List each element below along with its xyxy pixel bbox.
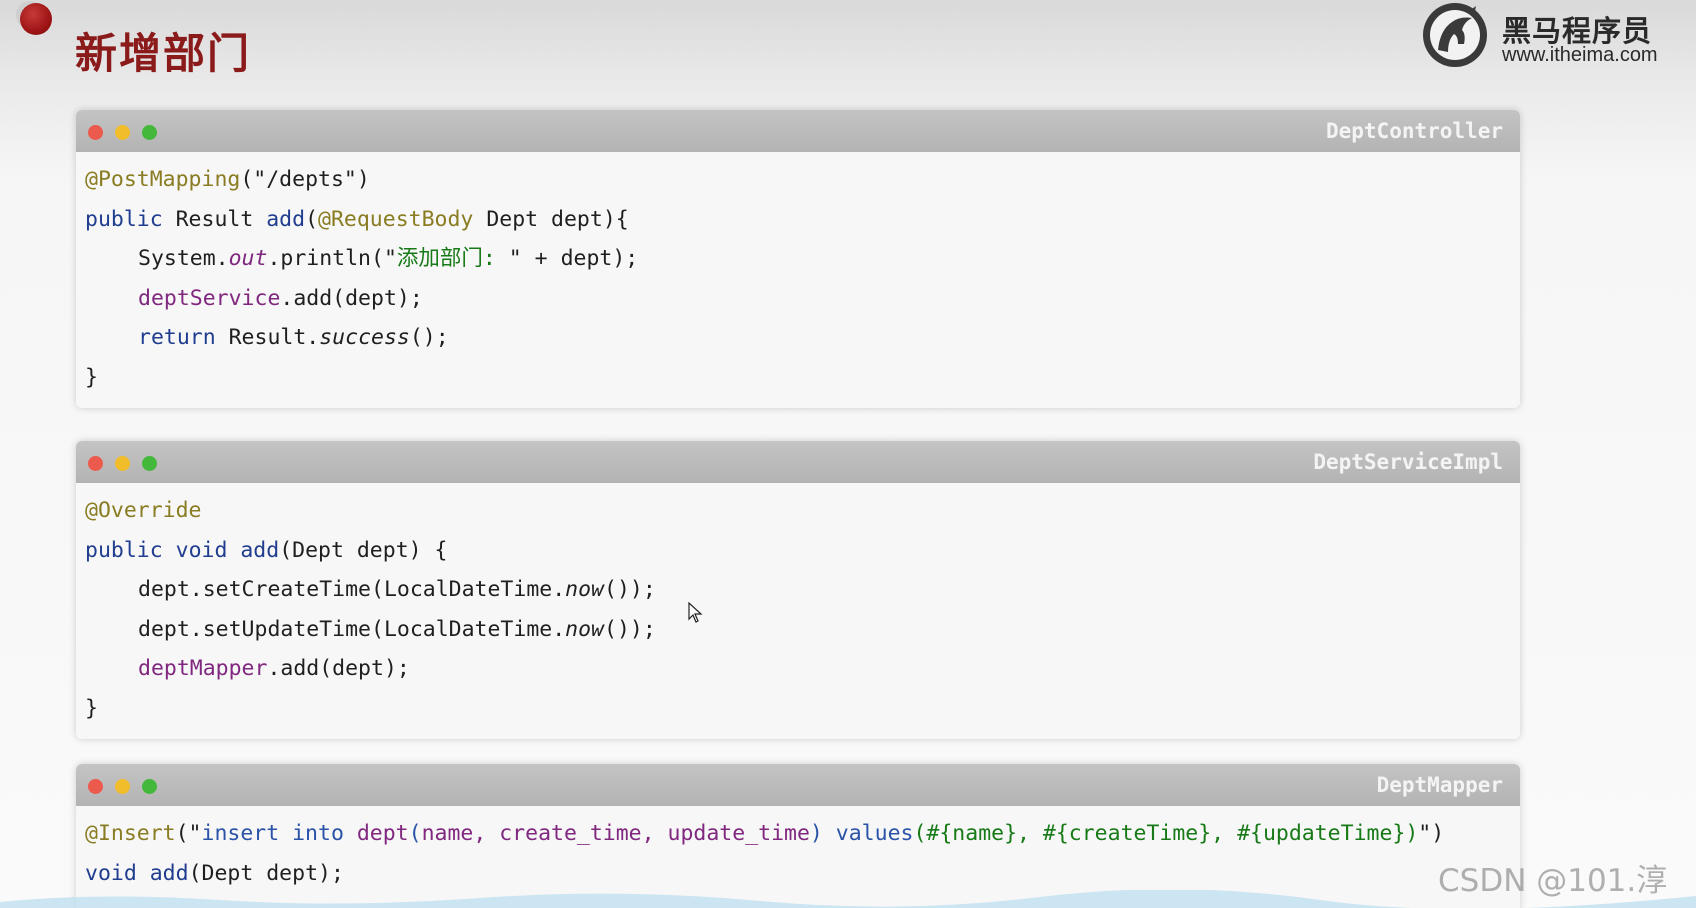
code-token: " + dept); <box>508 246 639 271</box>
code-token: .add(dept); <box>280 285 423 311</box>
code-token: ( <box>408 821 422 846</box>
code-token: ) <box>809 821 836 846</box>
code-token: ()); <box>604 577 656 602</box>
code-line: dept.setUpdateTime(LocalDateTime.now()); <box>85 610 1520 650</box>
code-token: now <box>565 577 604 602</box>
code-line: deptService.add(dept); <box>85 279 1520 319</box>
panel-title-bar: DeptController <box>76 110 1520 152</box>
code-token: deptMapper <box>138 656 268 681</box>
code-token: @PostMapping <box>85 167 241 192</box>
code-line: @Insert("insert into dept(name, create_t… <box>85 814 1520 854</box>
close-dot-icon <box>88 125 103 140</box>
code-token: Result. <box>215 325 320 350</box>
code-token: 添加部门: <box>396 246 509 271</box>
code-token: now <box>565 616 604 642</box>
code-token: ( <box>305 206 319 232</box>
mouse-pointer-icon <box>688 602 703 623</box>
minimize-dot-icon <box>115 456 130 471</box>
close-dot-icon <box>88 456 103 471</box>
code-token: @Insert <box>85 821 176 846</box>
code-token: .add(dept); <box>267 656 410 681</box>
csdn-watermark: CSDN @101.淳风 <box>1438 863 1668 899</box>
code-line: } <box>85 689 1520 729</box>
panel-file-name: DeptMapper <box>1376 773 1503 797</box>
maximize-dot-icon <box>142 779 157 794</box>
panel-title-bar: DeptMapper <box>76 764 1520 806</box>
code-token: void <box>85 860 137 886</box>
panel-title-bar: DeptServiceImpl <box>76 441 1520 483</box>
code-token: Result <box>162 206 267 232</box>
code-line: deptMapper.add(dept); <box>85 649 1520 689</box>
code-token: void <box>175 537 228 563</box>
panel-file-name: DeptController <box>1325 119 1503 143</box>
code-token: System. <box>138 246 229 271</box>
code-line: return Result.success(); <box>85 318 1520 358</box>
code-token: return <box>138 325 216 350</box>
code-token: ("/depts") <box>240 167 370 192</box>
code-block: @Override public void add(Dept dept) {dep… <box>76 483 1520 728</box>
code-token: ()); <box>604 616 656 642</box>
code-token: dept <box>356 821 409 846</box>
code-token: success <box>319 325 410 350</box>
code-token: add <box>266 206 306 232</box>
code-line: dept.setCreateTime(LocalDateTime.now()); <box>85 570 1520 610</box>
code-token: add <box>240 537 280 563</box>
code-token: (Dept dept); <box>188 860 344 886</box>
code-token: (" <box>175 821 202 846</box>
code-panel-dept-service-impl: DeptServiceImpl @Override public void add… <box>76 441 1520 739</box>
code-line: @PostMapping("/depts") <box>85 160 1520 200</box>
code-line: } <box>85 358 1520 398</box>
panel-file-name: DeptServiceImpl <box>1313 450 1503 474</box>
code-token: @Override <box>85 498 202 523</box>
code-token: insert into <box>201 821 344 846</box>
code-token: deptService <box>138 285 281 311</box>
code-panel-dept-controller: DeptController @PostMapping("/depts") pub… <box>76 110 1520 408</box>
close-dot-icon <box>88 779 103 794</box>
code-token: @RequestBody <box>318 206 474 232</box>
code-token: dept.setCreateTime(LocalDateTime. <box>138 577 566 602</box>
code-token: dept.setUpdateTime(LocalDateTime. <box>138 616 566 642</box>
logo-url: www.itheima.com <box>1502 44 1658 66</box>
code-line: public Result add(@RequestBody Dept dept… <box>85 200 1520 240</box>
maximize-dot-icon <box>142 125 157 140</box>
code-block: @PostMapping("/depts") public Result add(… <box>76 152 1520 397</box>
code-token: add <box>149 860 189 886</box>
code-token: .println(" <box>267 246 397 271</box>
maximize-dot-icon <box>142 456 157 471</box>
code-token: (); <box>409 325 449 350</box>
code-token: } <box>85 695 98 721</box>
code-token: name, create_time, update_time <box>421 821 810 846</box>
page-title: 新增部门 <box>75 29 252 78</box>
code-line: void add(Dept dept); <box>85 854 1520 894</box>
code-token: (#{name}, #{createTime}, #{updateTime}) <box>913 821 1419 846</box>
minimize-dot-icon <box>115 125 130 140</box>
horse-logo-icon <box>1423 3 1487 67</box>
code-line: @Override <box>85 491 1520 531</box>
code-token: ") <box>1418 821 1445 846</box>
code-panel-dept-mapper: DeptMapper @Insert("insert into dept(nam… <box>76 764 1520 908</box>
code-token: Dept dept){ <box>473 206 629 232</box>
code-line: System.out.println("添加部门: " + dept); <box>85 239 1520 279</box>
title-bullet-icon <box>20 3 52 35</box>
code-token: } <box>85 364 98 390</box>
code-token: out <box>228 246 268 271</box>
code-block: @Insert("insert into dept(name, create_t… <box>76 806 1520 893</box>
code-line: public void add(Dept dept) { <box>85 531 1520 571</box>
code-token: values <box>835 821 914 846</box>
code-token: public <box>85 206 163 232</box>
code-token: (Dept dept) { <box>279 537 448 563</box>
code-token: public <box>85 537 163 563</box>
minimize-dot-icon <box>115 779 130 794</box>
